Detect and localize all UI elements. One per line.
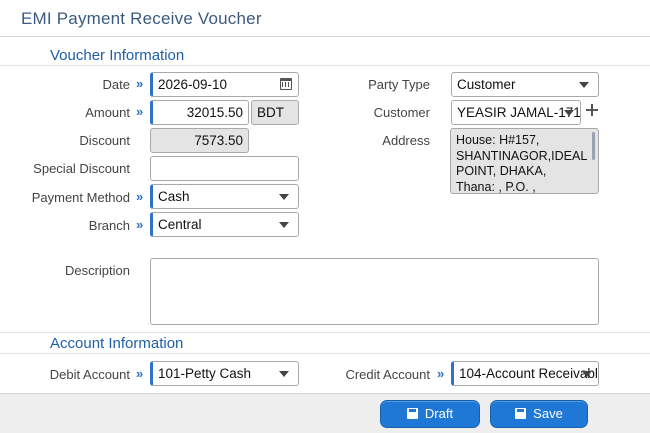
- customer-select[interactable]: YEASIR JAMAL-171: [451, 100, 581, 125]
- debit-account-label: Debit Account: [49, 367, 130, 382]
- calendar-icon[interactable]: [280, 78, 292, 90]
- branch-select[interactable]: Central: [150, 212, 299, 237]
- draft-button-label: Draft: [424, 406, 454, 421]
- floppy-disk-icon: [406, 408, 418, 419]
- double-chevron-right-icon: »: [136, 217, 143, 232]
- credit-account-select[interactable]: 104-Account Receivable: [451, 361, 599, 386]
- branch-label: Branch: [88, 218, 130, 233]
- account-info-section: Account Information: [0, 332, 650, 354]
- address-line: SHANTINAGOR,IDEAL: [456, 148, 588, 163]
- chevron-down-icon: [279, 371, 289, 377]
- discount-label: Discount: [79, 133, 130, 148]
- party-type-select[interactable]: Customer: [451, 72, 599, 97]
- double-chevron-right-icon: »: [136, 189, 143, 204]
- save-button-label: Save: [533, 406, 563, 421]
- amount-input[interactable]: 32015.50: [150, 100, 249, 125]
- payment-method-select[interactable]: Cash: [150, 184, 299, 209]
- save-button[interactable]: Save: [490, 400, 588, 428]
- page-title: EMI Payment Receive Voucher: [21, 9, 262, 28]
- debit-account-select[interactable]: 101-Petty Cash: [150, 361, 299, 386]
- address-line: Thana: , P.O. ,: [456, 179, 536, 194]
- special-discount-input[interactable]: [150, 156, 299, 181]
- address-scrollbar[interactable]: [592, 132, 595, 160]
- chevron-down-icon: [564, 110, 574, 116]
- debit-account-value: 101-Petty Cash: [158, 366, 252, 381]
- floppy-disk-icon: [515, 408, 527, 419]
- voucher-info-section: Voucher Information: [0, 44, 650, 66]
- account-info-heading: Account Information: [50, 335, 184, 352]
- double-chevron-right-icon: »: [136, 366, 143, 381]
- address-label: Address: [382, 133, 430, 148]
- amount-label: Amount: [85, 105, 130, 120]
- voucher-info-heading: Voucher Information: [50, 47, 185, 64]
- currency-field: BDT: [251, 100, 299, 125]
- address-line: House: H#157,: [456, 133, 540, 147]
- payment-method-label: Payment Method: [31, 190, 130, 205]
- double-chevron-right-icon: »: [136, 104, 143, 119]
- date-label: Date: [102, 77, 130, 92]
- branch-value: Central: [158, 217, 202, 232]
- add-customer-icon[interactable]: [586, 104, 598, 116]
- chevron-down-icon: [582, 371, 592, 377]
- date-field[interactable]: 2026-09-10: [150, 72, 299, 97]
- chevron-down-icon: [279, 194, 289, 200]
- draft-button[interactable]: Draft: [380, 400, 480, 428]
- address-line: POINT, DHAKA,: [456, 164, 547, 178]
- chevron-down-icon: [579, 82, 589, 88]
- customer-value: YEASIR JAMAL-171: [457, 105, 581, 120]
- double-chevron-right-icon: »: [437, 366, 444, 381]
- discount-field: 7573.50: [150, 128, 249, 153]
- chevron-down-icon: [279, 222, 289, 228]
- party-type-label: Party Type: [368, 77, 430, 92]
- customer-label: Customer: [373, 105, 430, 120]
- payment-method-value: Cash: [158, 189, 190, 204]
- address-field: House: H#157, SHANTINAGOR,IDEAL POINT, D…: [450, 128, 599, 194]
- credit-account-label: Credit Account: [345, 367, 430, 382]
- description-textarea[interactable]: [150, 258, 599, 325]
- description-label: Description: [64, 263, 130, 278]
- credit-account-value: 104-Account Receivable: [459, 366, 599, 381]
- party-type-value: Customer: [457, 77, 516, 92]
- date-value: 2026-09-10: [158, 77, 228, 92]
- special-discount-label: Special Discount: [33, 161, 130, 176]
- title-bar: EMI Payment Receive Voucher: [0, 0, 650, 37]
- double-chevron-right-icon: »: [136, 76, 143, 91]
